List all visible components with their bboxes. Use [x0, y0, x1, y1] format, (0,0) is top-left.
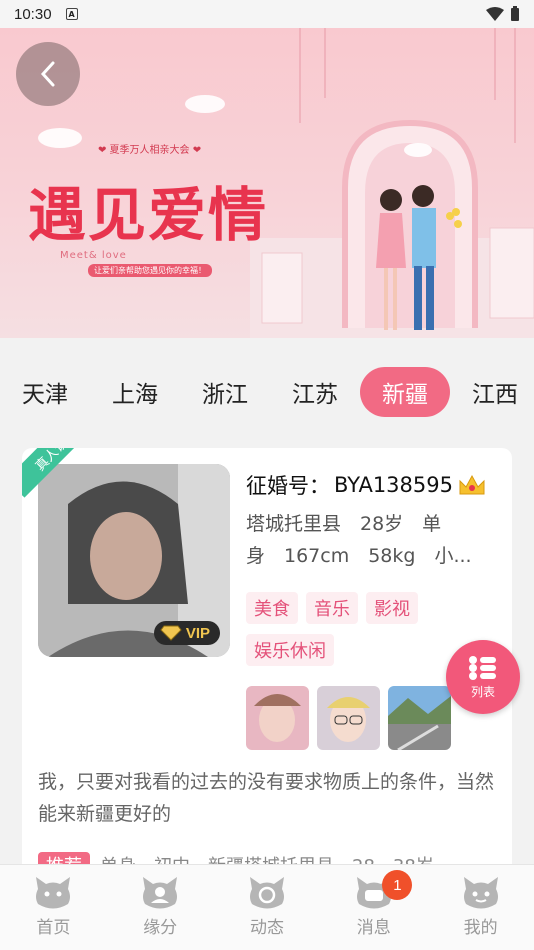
marriage-id-value: BYA138595 — [334, 473, 453, 497]
banner-subhead: ❤ 夏季万人相亲大会 ❤ — [98, 145, 202, 156]
list-view-label: 列表 — [470, 684, 495, 699]
nav-mine-label: 我的 — [463, 918, 498, 938]
marriage-id: 征婚号： BYA138595 — [246, 470, 487, 500]
bottom-nav: 首页 缘分 动态 消息 1 我的 — [0, 864, 534, 950]
tab-shanghai[interactable]: 上海 — [90, 367, 180, 417]
profile-card[interactable]: VIP 真人认证 征婚号： BYA138595 塔城托里县 28岁 单 身 16… — [22, 448, 512, 888]
home-cat-icon — [36, 877, 71, 909]
promo-banner[interactable]: ❤ 夏季万人相亲大会 ❤ 遇见爱情 Meet& love 让爱们亲帮助您遇见你的… — [0, 28, 534, 338]
nav-messages-label: 消息 — [356, 918, 391, 938]
nav-home[interactable]: 首页 — [0, 865, 107, 950]
wifi-icon — [486, 7, 504, 21]
profile-bio: 我，只要对我看的过去的没有要求物质上的条件，当然能来新疆更好的 — [38, 771, 495, 825]
battery-icon — [511, 6, 519, 21]
tab-jiangxi[interactable]: 江西 — [450, 367, 534, 417]
status-time: 10:30 — [14, 5, 52, 23]
tab-jiangsu[interactable]: 江苏 — [270, 367, 360, 417]
nav-moments-label: 动态 — [249, 918, 284, 938]
vip-badge: VIP — [153, 621, 220, 645]
nav-moments[interactable]: 动态 — [214, 865, 321, 950]
banner-headline: 遇见爱情 — [28, 181, 269, 249]
banner-tagline: 让爱们亲帮助您遇见你的幸福！ — [88, 264, 212, 277]
thumbnail-2[interactable] — [317, 686, 380, 750]
thumbnail-3[interactable] — [388, 686, 451, 750]
profile-photo[interactable]: VIP — [38, 464, 230, 657]
vip-label: VIP — [185, 624, 210, 642]
tag-music: 音乐 — [306, 592, 358, 624]
info-line-1: 塔城托里县 28岁 单 — [246, 513, 442, 535]
tag-film: 影视 — [366, 592, 418, 624]
diamond-icon — [160, 625, 182, 641]
tag-leisure: 娱乐休闲 — [246, 634, 334, 666]
region-tabs: 天津 上海 浙江 江苏 新疆 江西 — [0, 365, 534, 419]
back-button[interactable] — [16, 42, 80, 106]
nav-mine[interactable]: 我的 — [427, 865, 534, 950]
tag-food: 美食 — [246, 592, 298, 624]
notification-a-icon: A — [65, 8, 78, 20]
marriage-id-label: 征婚号： — [246, 474, 330, 498]
tab-zhejiang[interactable]: 浙江 — [180, 367, 270, 417]
crown-icon — [459, 474, 485, 495]
thumbnail-1[interactable] — [246, 686, 309, 750]
list-icon — [469, 655, 496, 680]
nav-fate-label: 缘分 — [143, 918, 178, 938]
user-cat-icon — [143, 877, 178, 909]
moments-cat-icon — [249, 877, 284, 909]
profile-info: 塔城托里县 28岁 单 身 167cm 58kg 小... — [246, 508, 494, 572]
nav-messages[interactable]: 消息 1 — [320, 865, 427, 950]
nav-fate[interactable]: 缘分 — [107, 865, 214, 950]
profile-cat-icon — [463, 877, 498, 909]
info-line-2: 身 167cm 58kg 小... — [246, 545, 472, 567]
chevron-left-icon — [40, 61, 55, 87]
photo-thumbnails — [246, 686, 451, 750]
banner-english: Meet& love — [60, 250, 127, 261]
unread-badge: 1 — [382, 870, 413, 900]
list-view-button[interactable]: 列表 — [446, 640, 520, 714]
tab-xinjiang[interactable]: 新疆 — [360, 367, 450, 417]
tab-tianjin[interactable]: 天津 — [0, 367, 90, 417]
status-bar: 10:30 A — [0, 0, 534, 28]
nav-home-label: 首页 — [36, 918, 71, 938]
